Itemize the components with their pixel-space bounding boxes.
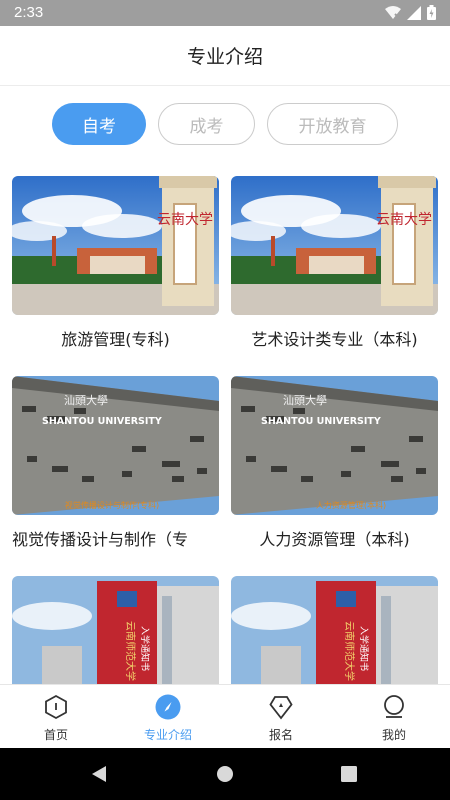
major-card-title: 艺术设计类专业（本科) — [251, 330, 418, 349]
major-card-image: 云南大学 — [12, 176, 219, 315]
tab-adult-exam[interactable]: 成考 — [158, 103, 255, 145]
status-time: 2:33 — [14, 4, 44, 21]
banner-text: 入学通知书 — [358, 626, 370, 671]
battery-icon — [427, 5, 436, 20]
major-card[interactable]: 汕頭大學 SHANTOU UNIVERSITY 视觉传播设计与制作(专科) 视觉… — [12, 376, 219, 549]
bottom-nav: 首页 专业介绍 报名 我的 — [0, 684, 450, 748]
signal-icon — [407, 5, 421, 20]
profile-icon — [384, 695, 404, 718]
home-hexagon-icon — [45, 694, 67, 720]
major-card-title: 人力资源管理（本科) — [259, 530, 410, 549]
sign-text: 云南大学 — [157, 212, 213, 228]
majors-grid: 云南大学 旅游管理(专科) 云南大学 艺术设计类专业（本科) 汕頭大學 SHAN… — [0, 176, 450, 684]
major-card[interactable]: 汕頭大學 SHANTOU UNIVERSITY 人力资源管理(本科) 人力资源管… — [231, 376, 438, 549]
nav-label: 首页 — [43, 728, 68, 742]
banner-text: 入学通知书 — [139, 626, 151, 671]
recents-square-icon[interactable] — [341, 766, 357, 782]
home-circle-icon[interactable] — [216, 765, 234, 783]
major-card-title: 视觉传播设计与制作（专 — [12, 530, 189, 549]
status-bar: 2:33 — [0, 0, 450, 26]
overlay-text: 视觉传播设计与制作(专科) — [65, 500, 159, 510]
nav-home[interactable]: 首页 — [0, 685, 112, 749]
status-icons — [385, 5, 436, 20]
nav-label: 报名 — [268, 728, 293, 742]
nav-label: 专业介绍 — [143, 728, 192, 742]
major-card-image: 云南大学 — [231, 176, 438, 315]
major-card-image: 云南师范大学 入学通知书 — [12, 576, 219, 684]
major-card-title: 旅游管理(专科) — [61, 330, 170, 349]
tab-open-education[interactable]: 开放教育 — [267, 103, 398, 145]
wifi-off-icon — [385, 5, 401, 20]
nav-majors[interactable]: 专业介绍 — [112, 685, 224, 749]
nav-signup[interactable]: 报名 — [225, 685, 337, 749]
tab-self-study[interactable]: 自考 — [52, 103, 146, 145]
system-nav-bar — [0, 748, 450, 800]
banner-text: 云南师范大学 — [124, 621, 137, 681]
sign-text: 汕頭大學 — [64, 393, 108, 407]
major-card-image: 汕頭大學 SHANTOU UNIVERSITY 人力资源管理(本科) — [231, 376, 438, 515]
major-card[interactable]: 云南师范大学 入学通知书 — [231, 576, 438, 684]
signup-pentagon-icon — [269, 696, 293, 720]
nav-label: 我的 — [381, 728, 406, 742]
major-card[interactable]: 云南大学 旅游管理(专科) — [12, 176, 219, 349]
sign-text: SHANTOU UNIVERSITY — [261, 416, 381, 427]
major-card[interactable]: 云南大学 艺术设计类专业（本科) — [231, 176, 438, 349]
page-title: 专业介绍 — [186, 46, 263, 68]
sign-text: 汕頭大學 — [283, 393, 327, 407]
overlay-text: 人力资源管理(本科) — [316, 500, 386, 510]
major-card-image: 汕頭大學 SHANTOU UNIVERSITY 视觉传播设计与制作(专科) — [12, 376, 219, 515]
back-icon[interactable] — [90, 765, 108, 783]
nav-profile[interactable]: 我的 — [338, 685, 450, 749]
sign-text: 云南大学 — [376, 212, 432, 228]
category-tabs: 自考 成考 开放教育 — [0, 103, 450, 145]
compass-icon — [155, 694, 181, 720]
app-header: 专业介绍 — [0, 26, 450, 86]
banner-text: 云南师范大学 — [343, 621, 356, 681]
major-card-image: 云南师范大学 入学通知书 — [231, 576, 438, 684]
sign-text: SHANTOU UNIVERSITY — [42, 416, 162, 427]
major-card[interactable]: 云南师范大学 入学通知书 — [12, 576, 219, 684]
